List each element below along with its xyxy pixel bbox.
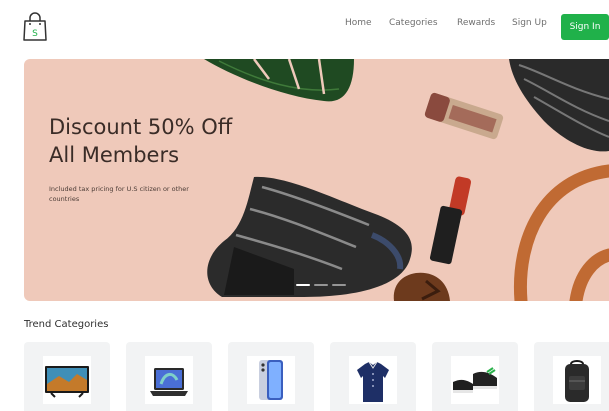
carousel-dot-3[interactable] (332, 284, 346, 286)
leaf-decoration (204, 59, 354, 102)
nav-categories[interactable]: Categories (389, 18, 438, 28)
category-card-sneakers[interactable] (432, 342, 518, 411)
laptop-icon (145, 356, 193, 404)
carousel-indicators (296, 284, 346, 286)
hero-product-image (204, 59, 609, 301)
nav-rewards[interactable]: Rewards (457, 18, 495, 28)
category-card-smartphone[interactable] (228, 342, 314, 411)
category-card-shirt[interactable] (330, 342, 416, 411)
hero-banner[interactable]: Discount 50% Off All Members Included ta… (24, 59, 609, 301)
trend-categories-title: Trend Categories (24, 319, 109, 330)
backpack-icon (553, 356, 601, 404)
shoe-top-decoration (509, 59, 609, 152)
carousel-dot-1[interactable] (296, 284, 310, 286)
sneaker-decoration (207, 176, 412, 297)
sneakers-icon (451, 356, 499, 404)
hero-subtitle: Included tax pricing for U.S citizen or … (49, 185, 189, 203)
lip-balm-decoration (424, 92, 504, 140)
logo-letter: S (32, 29, 38, 39)
hero-title-line-1: Discount 50% Off (49, 115, 233, 139)
nav-sign-up[interactable]: Sign Up (512, 18, 547, 28)
bag-strap-decoration (513, 164, 609, 301)
smartphone-icon (247, 356, 295, 404)
tv-icon (43, 356, 91, 404)
shirt-icon (349, 356, 397, 404)
shopping-bag-icon[interactable]: S (22, 12, 48, 42)
bottom-item-decoration (393, 272, 450, 301)
lipstick-decoration (429, 176, 472, 265)
category-card-backpack[interactable] (534, 342, 609, 411)
hero-title: Discount 50% Off All Members (49, 113, 279, 169)
nav-home[interactable]: Home (345, 18, 372, 28)
hero-title-line-2: All Members (49, 143, 180, 167)
category-card-laptop[interactable] (126, 342, 212, 411)
category-list (24, 342, 609, 411)
carousel-dot-2[interactable] (314, 284, 328, 286)
category-card-tv[interactable] (24, 342, 110, 411)
sign-in-button[interactable]: Sign In (561, 14, 609, 40)
